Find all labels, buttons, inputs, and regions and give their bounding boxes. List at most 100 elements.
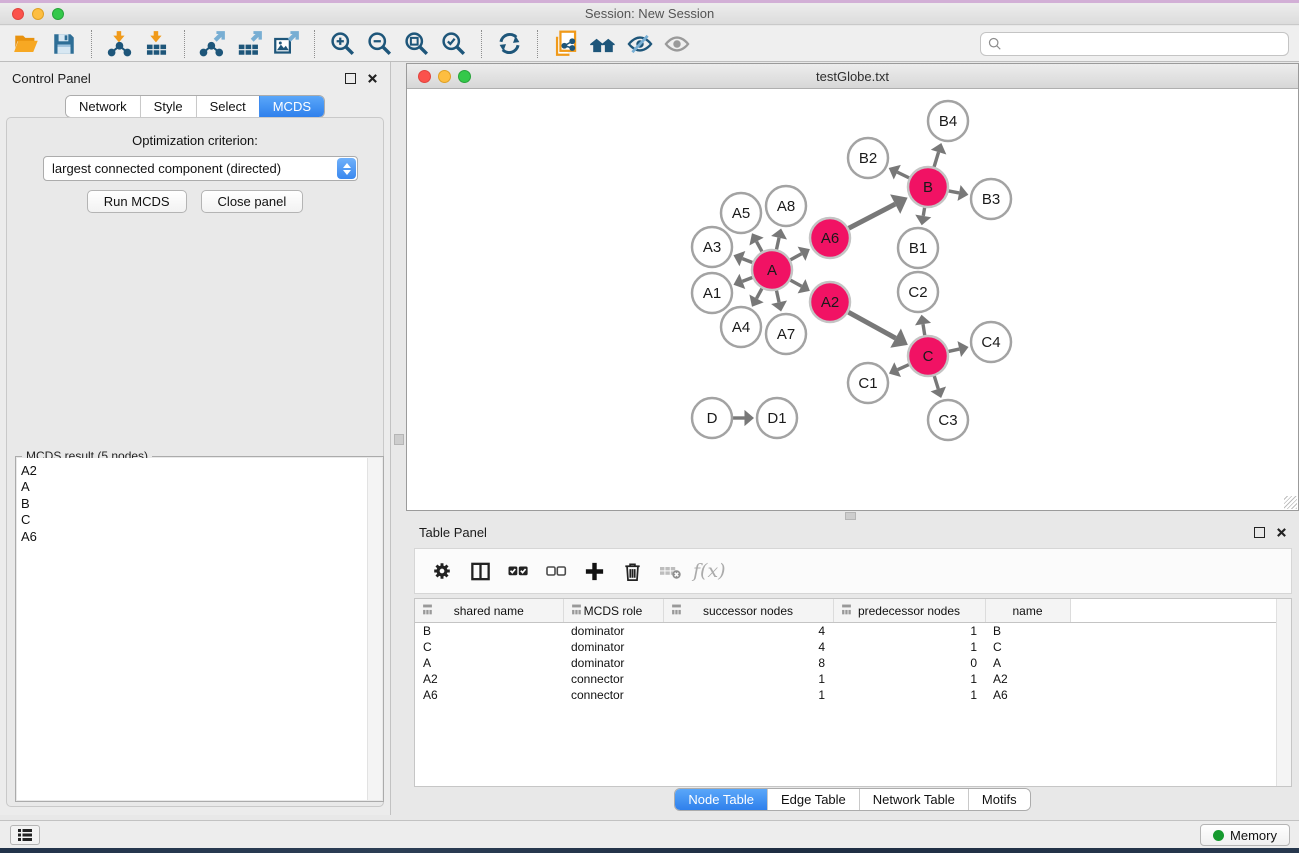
table-row[interactable]: A6connector11A6: [415, 687, 1277, 703]
graph-edge-A6-B[interactable]: [849, 194, 908, 228]
graph-edge-A-A8[interactable]: [771, 228, 787, 249]
tab-motifs[interactable]: Motifs: [968, 789, 1030, 810]
table-row[interactable]: Adominator80A: [415, 655, 1277, 671]
table-cell[interactable]: B: [985, 623, 1070, 640]
show-panel-list-button[interactable]: [10, 825, 40, 845]
table-cell[interactable]: C: [415, 639, 563, 655]
graph-edge-A-A3[interactable]: [733, 251, 752, 266]
graph-edge-B-B4[interactable]: [931, 143, 947, 167]
graph-edge-B-B1[interactable]: [915, 208, 931, 226]
tab-select[interactable]: Select: [196, 96, 259, 117]
table-cell[interactable]: dominator: [563, 623, 663, 640]
vertical-splitter-handle[interactable]: [394, 434, 404, 445]
table-cell[interactable]: 1: [833, 623, 985, 640]
graph-node-A2[interactable]: A2: [810, 282, 850, 322]
zoom-selected-button[interactable]: [435, 29, 472, 59]
select-all-rows-button[interactable]: [501, 555, 535, 587]
table-cell[interactable]: A: [415, 655, 563, 671]
graph-edge-C-C1[interactable]: [889, 362, 909, 377]
graph-node-A4[interactable]: A4: [721, 307, 761, 347]
mcds-result-item[interactable]: A2: [21, 463, 368, 479]
tab-style[interactable]: Style: [140, 96, 196, 117]
add-column-button[interactable]: [577, 555, 611, 587]
tab-network[interactable]: Network: [66, 96, 140, 117]
graph-edge-A-A1[interactable]: [733, 274, 752, 289]
table-scrollbar[interactable]: [1276, 599, 1291, 786]
column-settings-button[interactable]: [425, 555, 459, 587]
toggle-split-view-button[interactable]: [463, 555, 497, 587]
column-header-mcds-role[interactable]: MCDS role: [563, 599, 663, 623]
mcds-result-item[interactable]: A6: [21, 529, 368, 545]
tab-node-table[interactable]: Node Table: [675, 789, 767, 810]
deselect-all-rows-button[interactable]: [539, 555, 573, 587]
table-cell[interactable]: 1: [833, 671, 985, 687]
graph-node-A7[interactable]: A7: [766, 314, 806, 354]
table-cell[interactable]: 1: [833, 639, 985, 655]
close-panel-icon[interactable]: [367, 73, 378, 84]
graph-edge-A2-C[interactable]: [848, 312, 907, 348]
graph-node-D1[interactable]: D1: [757, 398, 797, 438]
table-cell[interactable]: dominator: [563, 639, 663, 655]
graph-node-B4[interactable]: B4: [928, 101, 968, 141]
graph-node-B1[interactable]: B1: [898, 228, 938, 268]
graph-node-C4[interactable]: C4: [971, 322, 1011, 362]
table-cell[interactable]: A2: [985, 671, 1070, 687]
table-cell[interactable]: 1: [663, 671, 833, 687]
memory-button[interactable]: Memory: [1200, 824, 1290, 846]
tab-network-table[interactable]: Network Table: [859, 789, 968, 810]
export-table-button[interactable]: [231, 29, 268, 59]
mcds-result-item[interactable]: A: [21, 479, 368, 495]
graph-edge-A-A5[interactable]: [749, 233, 763, 251]
graph-node-A5[interactable]: A5: [721, 193, 761, 233]
graph-node-C2[interactable]: C2: [898, 272, 938, 312]
zoom-out-button[interactable]: [361, 29, 398, 59]
table-cell[interactable]: A6: [985, 687, 1070, 703]
tab-edge-table[interactable]: Edge Table: [767, 789, 859, 810]
zoom-fit-button[interactable]: [398, 29, 435, 59]
first-neighbors-button[interactable]: [584, 29, 621, 59]
delete-columns-button[interactable]: [615, 555, 649, 587]
search-input[interactable]: [1007, 35, 1281, 52]
graph-node-A6[interactable]: A6: [810, 218, 850, 258]
graph-node-B3[interactable]: B3: [971, 179, 1011, 219]
table-cell[interactable]: dominator: [563, 655, 663, 671]
graph-node-D[interactable]: D: [692, 398, 732, 438]
refresh-view-button[interactable]: [491, 29, 528, 59]
network-graph[interactable]: B4B2BB3A8A5A6B1A3AC2A1A2A4A7C4CC1C3DD1: [407, 89, 1297, 510]
close-table-panel-icon[interactable]: [1276, 527, 1287, 538]
graph-edge-A-A2[interactable]: [790, 279, 809, 293]
graph-node-C1[interactable]: C1: [848, 363, 888, 403]
show-all-button[interactable]: [658, 29, 695, 59]
table-cell[interactable]: connector: [563, 687, 663, 703]
export-image-button[interactable]: [268, 29, 305, 59]
close-panel-button[interactable]: Close panel: [201, 190, 304, 213]
graph-node-A1[interactable]: A1: [692, 273, 732, 313]
table-cell[interactable]: 1: [833, 687, 985, 703]
import-network-button[interactable]: [101, 29, 138, 59]
table-cell[interactable]: connector: [563, 671, 663, 687]
criterion-dropdown[interactable]: largest connected component (directed): [43, 156, 358, 181]
table-cell[interactable]: 8: [663, 655, 833, 671]
network-canvas[interactable]: B4B2BB3A8A5A6B1A3AC2A1A2A4A7C4CC1C3DD1: [407, 89, 1298, 510]
graph-edge-A-A4[interactable]: [749, 288, 763, 306]
column-header-predecessor-nodes[interactable]: predecessor nodes: [833, 599, 985, 623]
table-cell[interactable]: A: [985, 655, 1070, 671]
table-cell[interactable]: C: [985, 639, 1070, 655]
table-cell[interactable]: A2: [415, 671, 563, 687]
graph-edge-D-D1[interactable]: [733, 410, 754, 426]
mcds-result-item[interactable]: B: [21, 496, 368, 512]
table-row[interactable]: A2connector11A2: [415, 671, 1277, 687]
graph-edge-C-C4[interactable]: [948, 341, 968, 357]
import-table-button[interactable]: [138, 29, 175, 59]
graph-node-C3[interactable]: C3: [928, 400, 968, 440]
graph-edge-A-A7[interactable]: [771, 291, 787, 312]
window-resize-grip[interactable]: [1284, 496, 1297, 509]
table-row[interactable]: Bdominator41B: [415, 623, 1277, 640]
graph-node-A[interactable]: A: [752, 250, 792, 290]
table-row[interactable]: Cdominator41C: [415, 639, 1277, 655]
save-session-button[interactable]: [45, 29, 82, 59]
run-mcds-button[interactable]: Run MCDS: [87, 190, 187, 213]
graph-node-B2[interactable]: B2: [848, 138, 888, 178]
export-network-button[interactable]: [194, 29, 231, 59]
graph-edge-A-A6[interactable]: [790, 247, 809, 261]
